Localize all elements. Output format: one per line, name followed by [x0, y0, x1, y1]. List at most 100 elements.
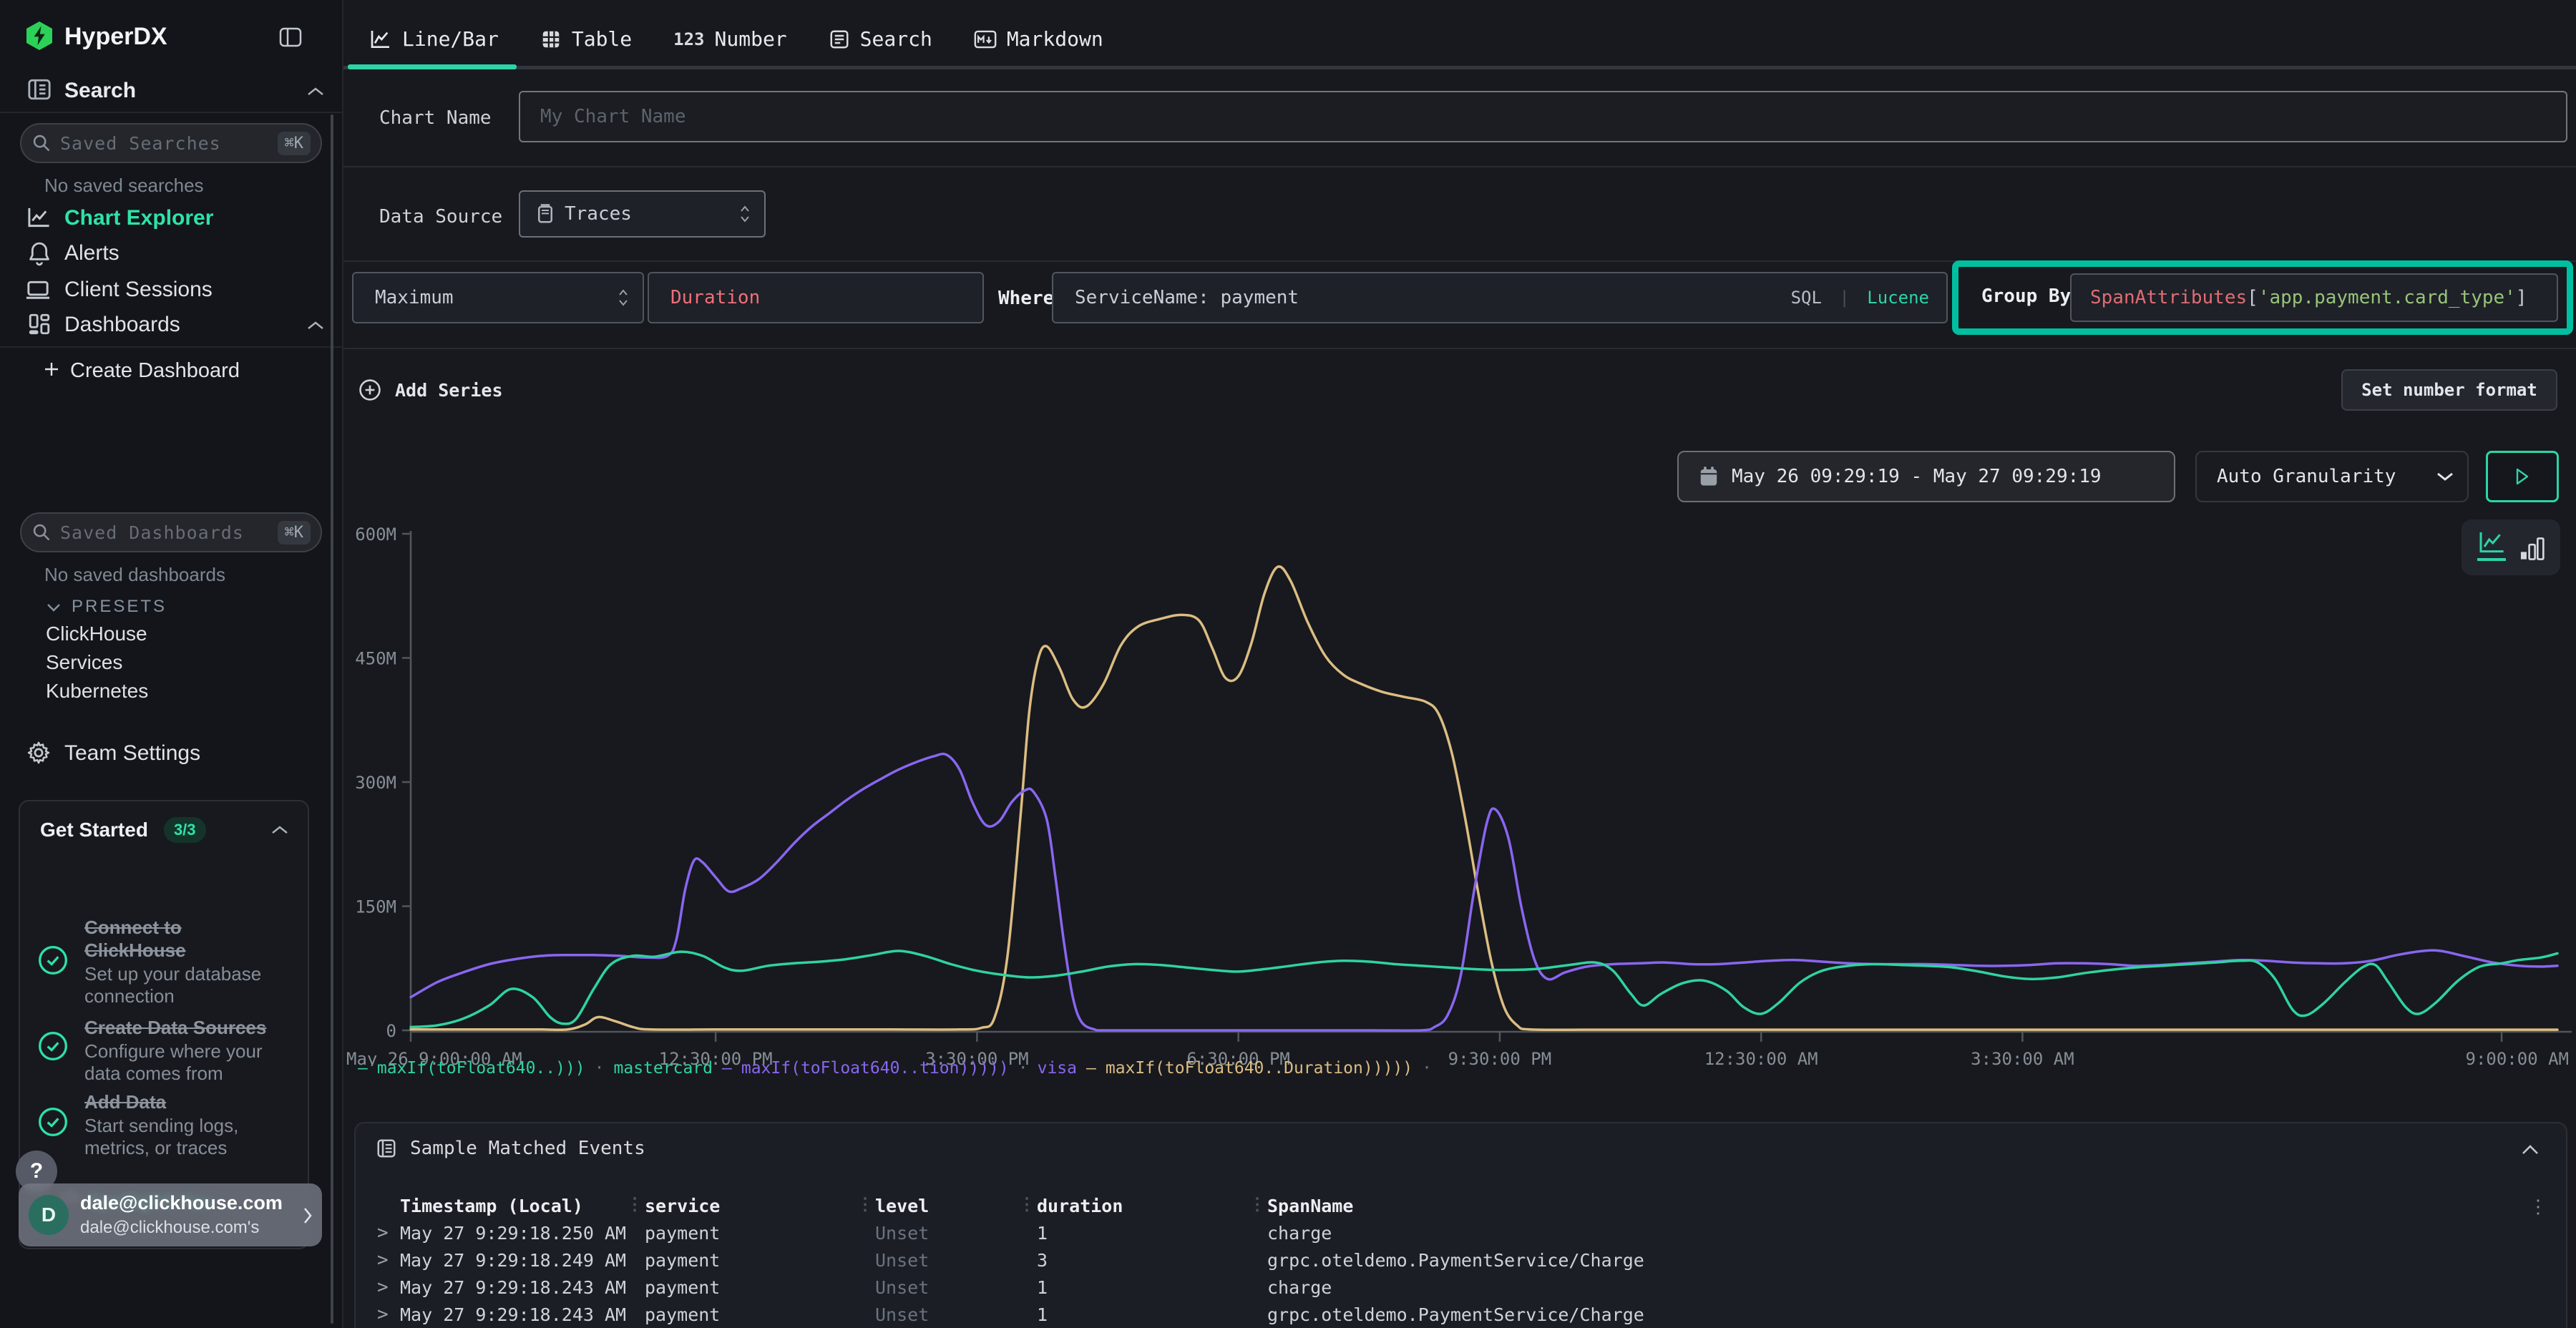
table-cell: charge: [1267, 1223, 2566, 1244]
column-resize-handle-icon[interactable]: ⋮: [1249, 1194, 1266, 1214]
add-series-button[interactable]: Add Series: [358, 378, 503, 402]
table-icon: [540, 29, 562, 50]
data-source-value: Traces: [565, 203, 632, 225]
collapse-panel-icon[interactable]: [2520, 1143, 2540, 1156]
expand-row-icon[interactable]: >: [377, 1249, 389, 1271]
shortcut-badge: ⌘K: [278, 132, 311, 155]
sample-events-panel: Sample Matched Events Timestamp (Local)s…: [354, 1122, 2567, 1328]
column-header[interactable]: service⋮: [645, 1196, 875, 1216]
data-source-select[interactable]: Traces: [519, 190, 766, 238]
view-tabs: Line/Bar Table 123 Number Search: [369, 27, 1103, 51]
legend-token[interactable]: —: [1086, 1059, 1096, 1078]
sidebar-scrollbar[interactable]: [331, 114, 333, 1324]
tab-number[interactable]: 123 Number: [673, 27, 787, 51]
user-card[interactable]: D dale@clickhouse.com dale@clickhouse.co…: [19, 1183, 322, 1246]
query-language-toggle[interactable]: SQL | Lucene: [1791, 288, 1929, 308]
avatar-initial: D: [42, 1204, 56, 1226]
help-question-mark: ?: [30, 1159, 43, 1183]
data-source-label: Data Source: [379, 206, 502, 228]
sql-toggle[interactable]: SQL: [1791, 288, 1822, 308]
column-header[interactable]: level⋮: [875, 1196, 1037, 1216]
legend-token[interactable]: —: [358, 1059, 368, 1078]
presets-label[interactable]: PRESETS: [72, 597, 167, 617]
sidebar-section-search[interactable]: Search: [64, 79, 136, 103]
legend-token[interactable]: —: [722, 1059, 732, 1078]
create-dashboard-button[interactable]: Create Dashboard: [70, 359, 240, 383]
table-cell: payment: [645, 1223, 875, 1244]
panel-header[interactable]: Sample Matched Events: [376, 1138, 645, 1159]
events-table-header: Timestamp (Local)service⋮level⋮duration⋮…: [356, 1190, 2566, 1221]
table-row[interactable]: >May 27 9:29:18.249 AMpaymentUnset3grpc.…: [356, 1246, 2566, 1274]
table-cell: 1: [1037, 1304, 1267, 1325]
chart-name-input[interactable]: My Chart Name: [519, 91, 2567, 142]
table-row[interactable]: >May 27 9:29:18.250 AMpaymentUnset1charg…: [356, 1219, 2566, 1246]
column-resize-handle-icon[interactable]: ⋮: [626, 1194, 643, 1214]
checklist-item[interactable]: Connect to ClickHouse Set up your databa…: [84, 916, 299, 1007]
tab-markdown[interactable]: Markdown: [974, 27, 1103, 51]
tab-table[interactable]: Table: [540, 27, 632, 51]
column-resize-handle-icon[interactable]: ⋮: [857, 1194, 874, 1214]
select-updown-icon: [617, 288, 630, 308]
preset-clickhouse[interactable]: ClickHouse: [46, 622, 147, 645]
table-row[interactable]: >May 27 9:29:18.243 AMpaymentUnset1grpc.…: [356, 1301, 2566, 1328]
sidebar-item-dashboards[interactable]: Dashboards: [64, 313, 180, 337]
table-row[interactable]: >May 27 9:29:18.243 AMpaymentUnset1charg…: [356, 1274, 2566, 1301]
run-query-button[interactable]: [2486, 451, 2559, 502]
group-by-input[interactable]: SpanAttributes['app.payment.card_type']: [2070, 273, 2558, 322]
sidebar-item-chart-explorer[interactable]: Chart Explorer: [64, 206, 213, 230]
tab-search[interactable]: Search: [829, 27, 932, 51]
expand-row-icon[interactable]: >: [377, 1222, 389, 1244]
alerts-bell-icon: [27, 240, 52, 266]
legend-token[interactable]: maxIf(toFloat640..tion))))): [741, 1059, 1009, 1078]
chevron-up-icon[interactable]: [306, 86, 325, 97]
saved-dashboards-input[interactable]: Saved Dashboards ⌘K: [20, 512, 322, 552]
where-input[interactable]: ServiceName: payment SQL | Lucene: [1052, 272, 1948, 323]
preset-services[interactable]: Services: [46, 651, 122, 674]
preset-kubernetes[interactable]: Kubernetes: [46, 680, 148, 703]
column-resize-handle-icon[interactable]: ⋮: [1018, 1194, 1035, 1214]
series-line-mastercard: [411, 951, 2557, 1027]
chart-legend[interactable]: — maxIf(toFloat640..))) · mastercard — maxIf(…: [358, 1059, 2562, 1078]
sidebar-item-team-settings[interactable]: Team Settings: [64, 741, 200, 766]
column-header[interactable]: duration⋮: [1037, 1196, 1267, 1216]
table-cell: Unset: [875, 1277, 1037, 1298]
date-range-picker[interactable]: May 26 09:29:19 - May 27 09:29:19: [1677, 451, 2175, 502]
timeseries-chart[interactable]: 0150M300M450M600MMay 26 9:00:00 AM12:30:…: [343, 501, 2576, 1066]
checklist-item[interactable]: Add Data Start sending logs, metrics, or…: [84, 1090, 306, 1159]
sidebar-divider: [0, 112, 342, 113]
table-options-kebab-icon[interactable]: ⋮: [2529, 1196, 2547, 1218]
legend-token[interactable]: ·: [1422, 1059, 1432, 1078]
table-cell: 1: [1037, 1223, 1267, 1244]
column-header[interactable]: SpanName⋮: [1267, 1196, 2566, 1216]
legend-token[interactable]: mastercard: [614, 1059, 713, 1078]
table-cell: Unset: [875, 1304, 1037, 1325]
saved-searches-input[interactable]: Saved Searches ⌘K: [20, 123, 322, 163]
expand-row-icon[interactable]: >: [377, 1304, 389, 1325]
sidebar-item-alerts[interactable]: Alerts: [64, 241, 119, 265]
y-axis-tick-label: 600M: [355, 524, 396, 545]
sidebar-item-client-sessions[interactable]: Client Sessions: [64, 278, 213, 302]
legend-token[interactable]: visa: [1038, 1059, 1077, 1078]
legend-token[interactable]: ·: [595, 1059, 605, 1078]
granularity-select[interactable]: Auto Granularity: [2195, 451, 2469, 502]
legend-token[interactable]: ·: [1018, 1059, 1028, 1078]
field-input[interactable]: Duration: [648, 272, 984, 323]
table-cell: May 27 9:29:18.243 AM: [400, 1304, 645, 1325]
add-series-label: Add Series: [395, 380, 503, 401]
tab-line-bar[interactable]: Line/Bar: [369, 27, 499, 51]
checklist-item-desc: Set up your database connection: [84, 963, 292, 1007]
chevron-up-icon[interactable]: [270, 824, 289, 836]
collapse-sidebar-icon[interactable]: [279, 27, 302, 47]
column-header[interactable]: Timestamp (Local): [400, 1196, 645, 1216]
aggregation-select[interactable]: Maximum: [352, 272, 644, 323]
checklist-item[interactable]: Create Data Sources Configure where your…: [84, 1016, 306, 1085]
line-chart-icon: [369, 29, 392, 50]
chevron-up-icon[interactable]: [306, 320, 325, 331]
legend-token[interactable]: maxIf(toFloat640..))): [377, 1059, 585, 1078]
expand-row-icon[interactable]: >: [377, 1276, 389, 1298]
set-number-format-button[interactable]: Set number format: [2341, 369, 2557, 411]
legend-token[interactable]: maxIf(toFloat640..Duration))))): [1106, 1059, 1413, 1078]
chevron-down-icon[interactable]: [46, 602, 62, 612]
table-cell: May 27 9:29:18.243 AM: [400, 1277, 645, 1298]
lucene-toggle[interactable]: Lucene: [1867, 288, 1929, 308]
